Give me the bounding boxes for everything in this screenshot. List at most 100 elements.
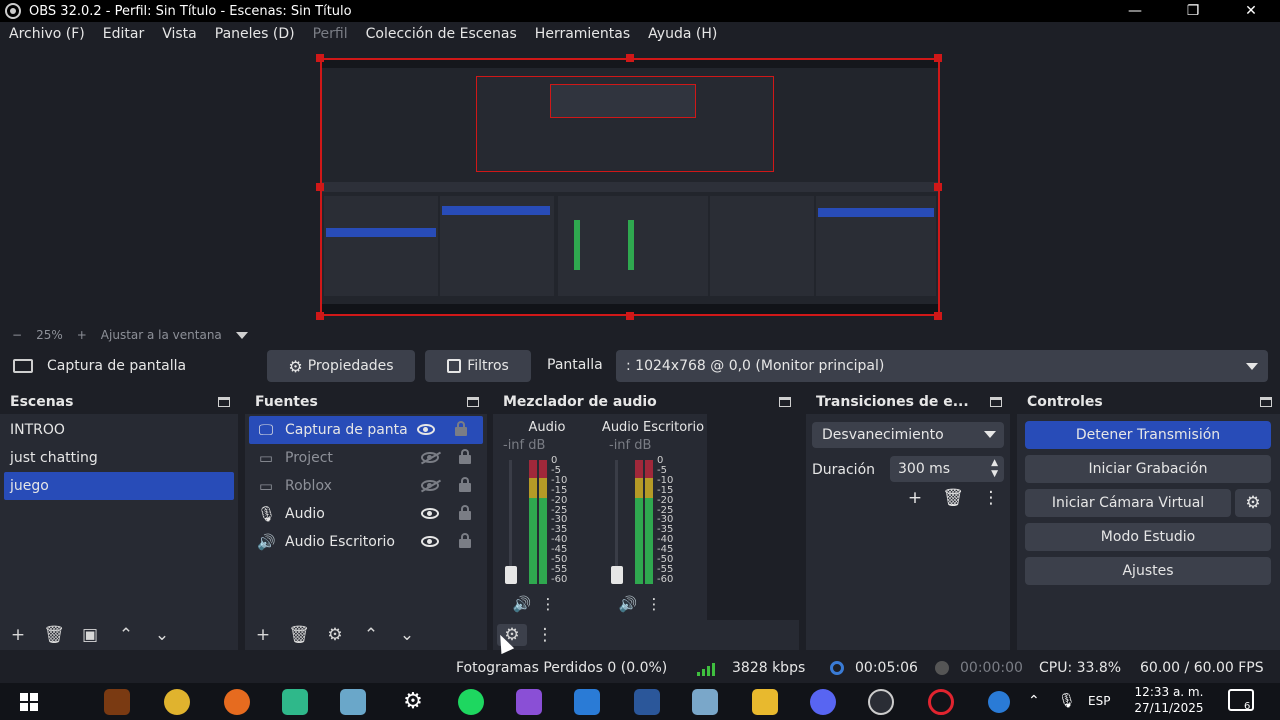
discord-icon[interactable] [810,689,836,715]
menu-paneles[interactable]: Paneles (D) [206,26,304,42]
move-down-icon[interactable]: ⌄ [389,620,425,650]
menu-vista[interactable]: Vista [153,26,206,42]
add-icon[interactable]: + [896,486,934,510]
eye-icon[interactable] [421,508,439,519]
lock-icon[interactable] [459,533,471,548]
speaker-icon[interactable]: 🔊 [509,592,535,616]
preview-area[interactable] [0,46,1280,326]
chevron-down-icon[interactable] [235,331,248,339]
eye-hidden-icon[interactable] [421,480,439,491]
properties-button[interactable]: ⚙ Propiedades [267,350,415,382]
menu-herramientas[interactable]: Herramientas [526,26,639,42]
spin-arrows-icon[interactable]: ▲ ▼ [991,458,998,480]
opera-icon[interactable] [928,689,954,715]
filter-icon[interactable]: ▣ [72,620,108,650]
undock-icon[interactable] [218,397,230,407]
undock-icon[interactable] [467,397,479,407]
source-item[interactable]: ▭ Project [245,444,487,472]
start-recording-button[interactable]: Iniciar Grabación [1025,455,1271,483]
lock-icon[interactable] [459,505,471,520]
volume-slider-knob[interactable] [505,566,517,584]
speaker-icon[interactable]: 🔊 [615,592,641,616]
zoom-out-button[interactable]: − [12,328,22,342]
maximize-button[interactable]: ❐ [1164,0,1222,22]
menu-editar[interactable]: Editar [94,26,153,42]
eye-hidden-icon[interactable] [421,452,439,463]
eye-icon[interactable] [417,424,435,435]
source-item-selected[interactable]: 🖵 Captura de panta [249,416,483,444]
resize-handle[interactable] [626,54,634,62]
resize-handle[interactable] [316,312,324,320]
settings-gear-icon[interactable]: ⚙ [400,689,426,715]
resize-handle[interactable] [934,312,942,320]
more-options-icon[interactable]: ⋮ [535,592,561,616]
trash-icon[interactable]: 🗑 [36,620,72,650]
lock-icon[interactable] [455,421,467,436]
undock-icon[interactable] [1260,397,1272,407]
more-options-icon[interactable]: ⋮ [641,592,667,616]
start-virtual-camera-button[interactable]: Iniciar Cámara Virtual [1025,489,1231,517]
settings-button[interactable]: Ajustes [1025,557,1271,585]
source-item[interactable]: 🎙 Audio [245,500,487,528]
filters-button[interactable]: Filtros [425,350,531,382]
more-options-icon[interactable]: ⋮ [527,620,563,650]
stop-stream-button[interactable]: Detener Transmisión [1025,421,1271,449]
trash-icon[interactable]: 🗑 [934,486,972,510]
clock-date[interactable]: 27/11/2025 [1134,701,1204,715]
paint-app-icon[interactable] [692,689,718,715]
help-icon[interactable] [988,691,1010,713]
lock-icon[interactable] [459,449,471,464]
resize-handle[interactable] [626,312,634,320]
language-indicator[interactable]: ESP [1088,694,1110,708]
duration-input[interactable]: 300 ms ▲ ▼ [890,456,1004,482]
gaming-app-icon[interactable] [282,689,308,715]
zoom-in-button[interactable]: + [77,328,87,342]
more-options-icon[interactable]: ⋮ [972,486,1010,510]
screen-capture-preview[interactable] [320,58,940,316]
resize-handle[interactable] [934,183,942,191]
move-down-icon[interactable]: ⌄ [144,620,180,650]
undock-icon[interactable] [990,397,1002,407]
menu-perfil[interactable]: Perfil [304,26,357,42]
clock-time[interactable]: 12:33 a. m. [1134,685,1204,699]
minimize-button[interactable]: — [1106,0,1164,22]
fit-to-window[interactable]: Ajustar a la ventana [101,328,222,342]
close-button[interactable]: ✕ [1222,0,1280,22]
source-item[interactable]: ▭ Roblox [245,472,487,500]
move-up-icon[interactable]: ⌃ [108,620,144,650]
scene-item[interactable]: INTROO [0,416,238,444]
trash-icon[interactable]: 🗑 [281,620,317,650]
word-icon[interactable] [634,689,660,715]
scene-item[interactable]: just chatting [0,444,238,472]
source-item[interactable]: 🔊 Audio Escritorio [245,528,487,556]
add-icon[interactable]: + [0,620,36,650]
resize-handle[interactable] [316,54,324,62]
transition-select[interactable]: Desvanecimiento [812,422,1004,448]
move-up-icon[interactable]: ⌃ [353,620,389,650]
virtual-camera-gear-icon[interactable]: ⚙ [1235,489,1271,517]
spotify-icon[interactable] [458,689,484,715]
microphone-icon[interactable]: 🎙 [1058,693,1076,709]
chrome-icon[interactable] [164,689,190,715]
resize-handle[interactable] [316,183,324,191]
gear-icon[interactable]: ⚙ [317,620,353,650]
chevron-up-icon[interactable]: ⌃ [1028,693,1040,709]
eye-icon[interactable] [421,536,439,547]
scene-item-selected[interactable]: juego [4,472,234,500]
studio-mode-button[interactable]: Modo Estudio [1025,523,1271,551]
steam-icon[interactable] [574,689,600,715]
undock-icon[interactable] [779,397,791,407]
screen-select[interactable]: : 1024x768 @ 0,0 (Monitor principal) [616,350,1268,382]
pen-app-icon[interactable] [516,689,542,715]
volume-slider-knob[interactable] [611,566,623,584]
lock-icon[interactable] [459,477,471,492]
file-explorer-icon[interactable] [752,689,778,715]
notes-app-icon[interactable] [340,689,366,715]
windows-start-icon[interactable] [20,693,38,711]
menu-archivo[interactable]: Archivo (F) [0,26,94,42]
freddy-app-icon[interactable] [104,689,130,715]
menu-ayuda[interactable]: Ayuda (H) [639,26,726,42]
resize-handle[interactable] [934,54,942,62]
menu-coleccion-escenas[interactable]: Colección de Escenas [357,26,526,42]
obs-taskbar-icon[interactable] [868,689,894,715]
